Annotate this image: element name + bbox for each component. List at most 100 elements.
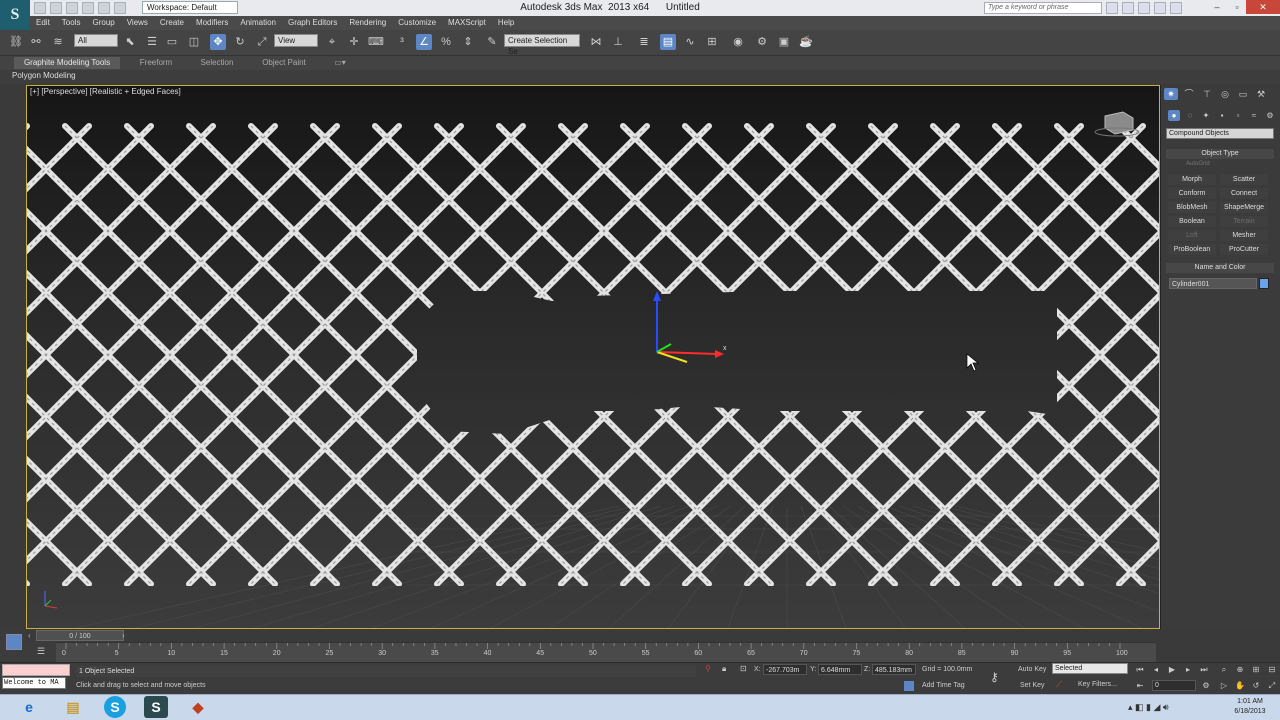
help-dropdown-icon[interactable] [1170,2,1182,14]
material-editor-icon[interactable]: ◉ [730,34,746,50]
field-of-view-icon[interactable]: ▷ [1218,680,1230,691]
render-setup-icon[interactable]: ⚙ [754,34,770,50]
internet-explorer-icon[interactable]: e [14,696,44,718]
polygon-modeling-panel[interactable]: Polygon Modeling [8,70,80,82]
new-scene-icon[interactable] [34,2,46,14]
y-coord-field[interactable]: 6.648mm [818,664,862,675]
pan-view-icon[interactable]: ✋ [1234,680,1246,691]
maxscript-listener-mini[interactable] [2,664,70,676]
undo-icon[interactable] [82,2,94,14]
select-by-name-icon[interactable]: ☰ [144,34,160,50]
tab-object-paint[interactable]: Object Paint [254,57,314,69]
application-logo-button[interactable]: S [0,0,30,30]
file-explorer-icon[interactable]: ▤ [58,696,88,718]
redo-icon[interactable] [98,2,110,14]
curve-editor-icon[interactable]: ∿ [682,34,698,50]
graphite-toggle-icon[interactable]: ▤ [660,34,676,50]
select-and-rotate-icon[interactable]: ↻ [232,34,248,50]
selection-filter-dropdown[interactable]: All [74,34,118,47]
current-frame-field[interactable]: 0 [1152,680,1196,691]
app-taskbar-icon[interactable]: ◆ [186,696,210,718]
select-manipulate-icon[interactable]: ✛ [346,34,362,50]
ribbon-options-icon[interactable]: ▭▾ [332,57,348,69]
tab-selection[interactable]: Selection [192,57,242,69]
pivot-center-icon[interactable]: ⌖ [324,34,340,50]
go-to-start-icon[interactable]: ⏮ [1134,664,1146,675]
time-slider-thumb[interactable]: 0 / 100 [36,630,124,641]
favorites-icon[interactable] [1138,2,1150,14]
communication-center-icon[interactable] [1122,2,1134,14]
menu-views[interactable]: Views [121,16,154,30]
tab-graphite-modeling-tools[interactable]: Graphite Modeling Tools [14,57,120,69]
name-and-color-rollout[interactable]: Name and Color [1166,263,1274,273]
shapes-category-icon[interactable]: ◌ [1184,110,1196,121]
select-and-scale-icon[interactable]: ⤢ [254,34,270,50]
maximize-button[interactable]: ▫ [1228,0,1246,14]
search-input[interactable]: Type a keyword or phrase [984,2,1102,14]
help-icon[interactable] [1154,2,1166,14]
viewport-label-menu[interactable]: [+] [Perspective] [Realistic + Edged Fac… [30,87,181,96]
autogrid-checkbox[interactable]: AutoGrid [1186,161,1210,167]
tab-display-icon[interactable]: ▭ [1236,88,1250,100]
link-icon[interactable]: ⛓ [8,34,24,50]
menu-edit[interactable]: Edit [30,16,56,30]
scatter-button[interactable]: Scatter [1220,174,1268,185]
project-folder-icon[interactable] [114,2,126,14]
set-key-icon[interactable]: ⚷ [990,670,999,684]
z-coord-field[interactable]: 485.183mm [872,664,916,675]
menu-animation[interactable]: Animation [234,16,282,30]
bind-space-warp-icon[interactable]: ≋ [50,34,66,50]
procutter-button[interactable]: ProCutter [1220,244,1268,255]
system-tray-icons[interactable]: ▴ ◧ ▮ ◢ 🔊︎ [1128,702,1169,713]
morph-button[interactable]: Morph [1168,174,1216,185]
tab-utilities-icon[interactable]: ⚒ [1254,88,1268,100]
isolate-selection-icon[interactable]: ⚲ [705,664,711,673]
menu-maxscript[interactable]: MAXScript [442,16,492,30]
mini-curve-editor-icon[interactable] [6,634,22,650]
named-selection-dropdown[interactable]: Create Selection Se [504,34,580,56]
key-mode-toggle-icon[interactable]: ⇤ [1134,680,1146,691]
mesher-button[interactable]: Mesher [1220,230,1268,241]
maximize-viewport-icon[interactable]: ⤢ [1266,680,1278,691]
open-dope-sheet-icon[interactable]: ☰ [34,646,48,658]
taskbar-clock[interactable]: 1:01 AM 6/18/2013 [1222,697,1278,717]
object-color-swatch[interactable] [1259,278,1269,289]
spinner-snap-icon[interactable]: ⇕ [460,34,476,50]
geometry-category-icon[interactable]: ● [1168,110,1180,121]
shapemerge-button[interactable]: ShapeMerge [1220,202,1268,213]
render-production-icon[interactable]: ☕ [798,34,814,50]
blobmesh-button[interactable]: BlobMesh [1168,202,1216,213]
time-slider-track[interactable] [26,629,1160,642]
play-icon[interactable]: ▶ [1166,664,1178,675]
menu-create[interactable]: Create [154,16,190,30]
maxscript-input[interactable]: Welcome to MA [2,677,66,689]
x-coord-field[interactable]: -267.703m [763,664,807,675]
set-key-button[interactable]: Set Key [1020,682,1045,689]
tab-hierarchy-icon[interactable]: ⊤ [1200,88,1214,100]
snaps-toggle-icon[interactable]: ³ [394,34,410,50]
add-time-tag-button[interactable]: Add Time Tag [922,682,965,689]
time-configuration-icon[interactable]: ⚙ [1200,680,1212,691]
menu-group[interactable]: Group [86,16,120,30]
time-tag-icon[interactable] [904,681,914,691]
space-warps-category-icon[interactable]: ≈ [1248,110,1260,121]
connect-button[interactable]: Connect [1220,188,1268,199]
3ds-max-taskbar-icon[interactable]: S [144,696,168,718]
object-name-field[interactable]: Cylinder001 [1169,278,1257,289]
select-object-icon[interactable]: ⬉ [122,34,138,50]
open-file-icon[interactable] [50,2,62,14]
zoom-extents-icon[interactable]: ⊞ [1250,664,1262,675]
tab-motion-icon[interactable]: ◎ [1218,88,1232,100]
menu-graph-editors[interactable]: Graph Editors [282,16,343,30]
next-frame-icon[interactable]: ▸ [1182,664,1194,675]
go-to-end-icon[interactable]: ⏭ [1198,664,1210,675]
cameras-category-icon[interactable]: ▪ [1216,110,1228,121]
edit-named-selection-icon[interactable]: ✎ [484,34,500,50]
save-file-icon[interactable] [66,2,78,14]
reference-coordinate-dropdown[interactable]: View [274,34,318,47]
align-icon[interactable]: ⊥ [610,34,626,50]
angle-snap-icon[interactable]: ∠ [416,34,432,50]
unlink-icon[interactable]: ⚯ [28,34,44,50]
menu-modifiers[interactable]: Modifiers [190,16,234,30]
proboolean-button[interactable]: ProBoolean [1168,244,1216,255]
